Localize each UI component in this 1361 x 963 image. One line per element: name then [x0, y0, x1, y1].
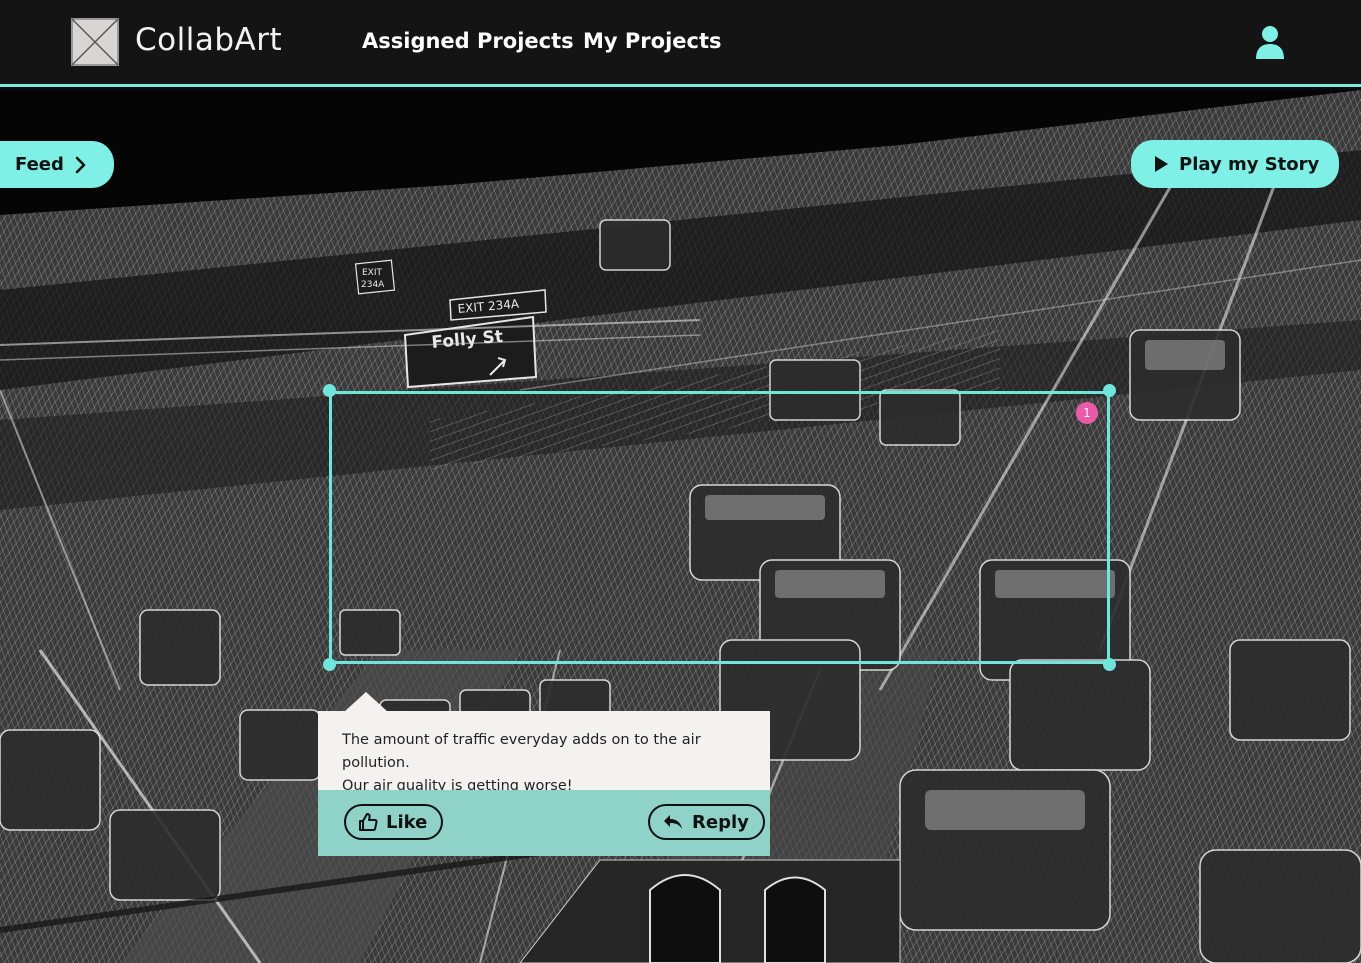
selection-rectangle[interactable] [329, 391, 1110, 664]
feed-label: Feed [15, 154, 64, 175]
comment-popup: The amount of traffic everyday adds on t… [318, 711, 770, 856]
annotation-marker[interactable]: 1 [1076, 402, 1098, 424]
user-icon[interactable] [1252, 24, 1288, 60]
resize-handle-bottom-right[interactable] [1103, 658, 1116, 671]
resize-handle-bottom-left[interactable] [323, 658, 336, 671]
comment-actions-bar: Like Reply [318, 790, 770, 856]
resize-handle-top-right[interactable] [1103, 384, 1116, 397]
feed-button[interactable]: Feed [0, 141, 114, 188]
play-my-story-button[interactable]: Play my Story [1131, 140, 1340, 188]
top-navigation-bar: CollabArt Assigned Projects My Projects [0, 0, 1361, 87]
chevron-right-icon [75, 156, 86, 173]
nav-assigned-projects[interactable]: Assigned Projects [362, 29, 574, 53]
thumbs-up-icon [359, 813, 378, 831]
like-label: Like [386, 811, 428, 833]
small-exit-sign: EXIT 234A [354, 259, 396, 295]
svg-text:EXIT: EXIT [362, 268, 383, 278]
logo-icon[interactable] [71, 18, 119, 66]
comment-text-line-1: The amount of traffic everyday adds on t… [342, 732, 701, 771]
like-button[interactable]: Like [344, 804, 444, 840]
nav-my-projects[interactable]: My Projects [583, 29, 722, 53]
reply-arrow-icon [664, 815, 682, 829]
comment-pointer [344, 692, 388, 712]
resize-handle-top-left[interactable] [323, 384, 336, 397]
reply-button[interactable]: Reply [648, 804, 765, 840]
play-my-story-label: Play my Story [1179, 153, 1320, 175]
play-icon [1155, 156, 1168, 172]
reply-label: Reply [692, 811, 749, 833]
svg-text:234A: 234A [361, 280, 385, 290]
brand-name[interactable]: CollabArt [135, 22, 282, 58]
comment-body: The amount of traffic everyday adds on t… [318, 711, 770, 794]
